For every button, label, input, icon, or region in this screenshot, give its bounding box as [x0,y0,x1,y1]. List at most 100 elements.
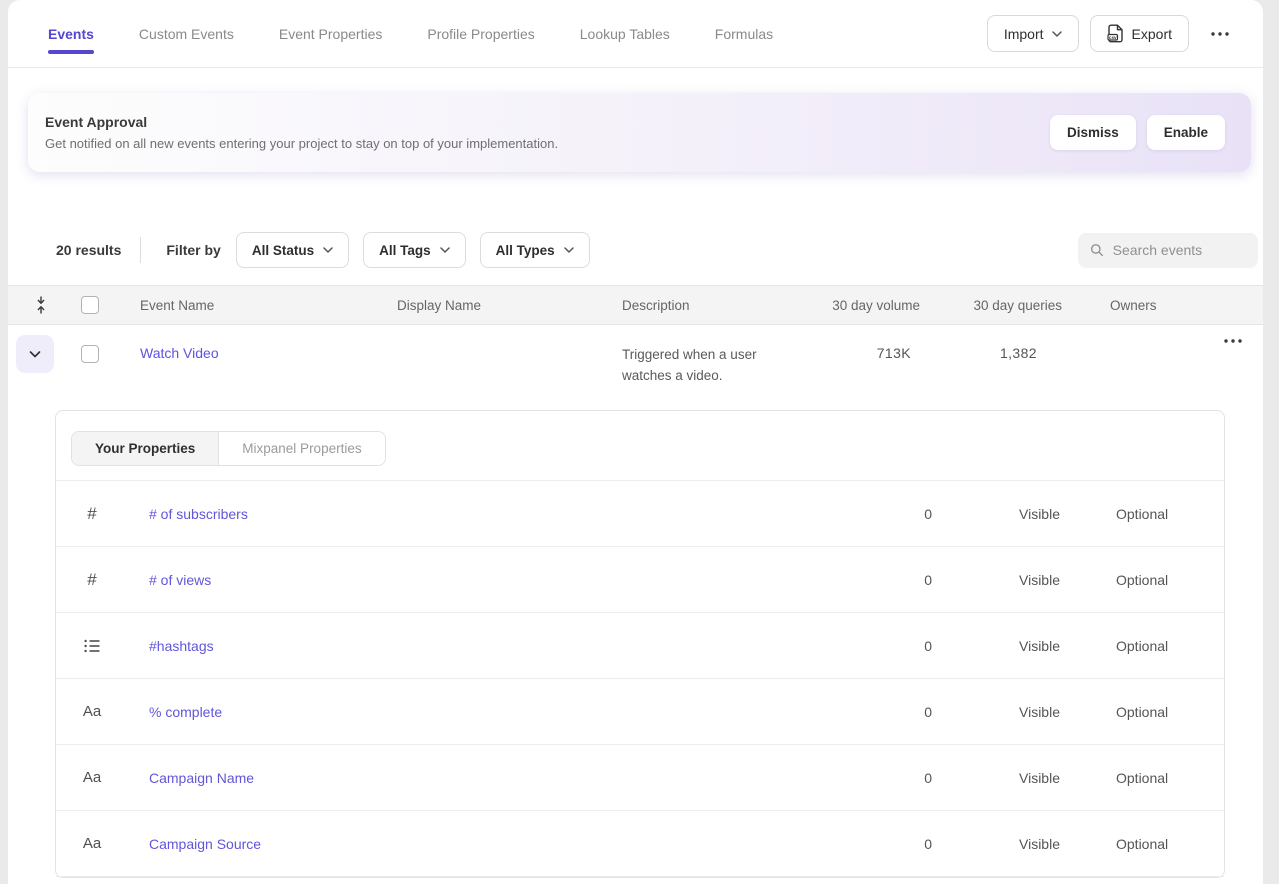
property-name-link[interactable]: # of subscribers [128,506,832,522]
chevron-down-icon [1052,31,1062,37]
vertical-divider [140,237,141,263]
property-name-link[interactable]: % complete [128,704,832,720]
number-type-icon: # [87,570,96,590]
banner-text: Event Approval Get notified on all new e… [45,114,558,151]
types-filter-label: All Types [496,243,555,258]
tab-custom-events[interactable]: Custom Events [139,26,234,42]
tab-label: Events [48,26,94,42]
toolbar: Import csv Export [987,15,1235,52]
main-panel: Events Custom Events Event Properties Pr… [8,0,1263,884]
property-name-link[interactable]: Campaign Name [128,770,832,786]
expand-cell [8,325,73,373]
property-row: # # of views 0 Visible Optional [56,547,1224,613]
property-visibility: Visible [960,638,1060,654]
property-query-count: 0 [832,572,932,588]
import-button[interactable]: Import [987,15,1079,52]
event-name-link[interactable]: Watch Video [140,325,397,361]
tags-filter-label: All Tags [379,243,431,258]
types-filter-dropdown[interactable]: All Types [480,232,590,268]
property-row: Aa Campaign Name 0 Visible Optional [56,745,1224,811]
search-box [1078,233,1258,268]
tab-mixpanel-properties[interactable]: Mixpanel Properties [219,432,384,465]
more-actions-button[interactable] [1205,19,1235,49]
select-all-checkbox[interactable] [81,296,99,314]
property-query-count: 0 [832,770,932,786]
text-type-icon: Aa [83,769,101,786]
column-header-owners: Owners [1062,298,1203,313]
tab-profile-properties[interactable]: Profile Properties [427,26,534,42]
tab-your-properties[interactable]: Your Properties [72,432,219,465]
text-type-icon: Aa [83,835,101,852]
svg-text:csv: csv [1108,35,1116,40]
banner-actions: Dismiss Enable [1050,115,1225,150]
property-row: # # of subscribers 0 Visible Optional [56,481,1224,547]
active-tab-underline [48,50,94,54]
tab-events[interactable]: Events [48,26,94,42]
status-filter-dropdown[interactable]: All Status [236,232,349,268]
banner-subtitle: Get notified on all new events entering … [45,136,558,151]
property-row: #hashtags 0 Visible Optional [56,613,1224,679]
dismiss-button[interactable]: Dismiss [1050,115,1136,150]
collapse-rows-icon [35,296,47,314]
tab-label: Lookup Tables [580,26,670,42]
property-row: Aa % complete 0 Visible Optional [56,679,1224,745]
tab-lookup-tables[interactable]: Lookup Tables [580,26,670,42]
enable-button[interactable]: Enable [1147,115,1225,150]
tab-label: Profile Properties [427,26,534,42]
row-select-cell [73,325,140,363]
properties-tabs: Your Properties Mixpanel Properties [71,431,386,466]
events-table-header: Event Name Display Name Description 30 d… [8,285,1263,325]
column-header-30-day-queries: 30 day queries [920,298,1062,313]
collapse-row-button[interactable] [16,335,54,373]
text-type-icon: Aa [83,703,101,720]
chevron-down-icon [564,247,574,253]
column-header-30-day-volume: 30 day volume [812,298,920,313]
property-name-link[interactable]: # of views [128,572,832,588]
collapse-all-cell[interactable] [8,296,73,314]
chevron-down-icon [440,247,450,253]
import-label: Import [1004,26,1044,42]
column-header-description: Description [622,298,812,313]
row-checkbox[interactable] [81,345,99,363]
volume-value: 713K [812,325,920,361]
tab-label: Custom Events [139,26,234,42]
tab-formulas[interactable]: Formulas [715,26,773,42]
search-input[interactable] [1113,242,1246,258]
export-label: Export [1132,26,1172,42]
ellipsis-icon [1211,32,1229,36]
chevron-down-icon [323,247,333,253]
property-requirement: Optional [1116,572,1224,588]
tags-filter-dropdown[interactable]: All Tags [363,232,466,268]
select-all-cell [73,296,140,314]
property-row: Aa Campaign Source 0 Visible Optional [56,811,1224,877]
property-requirement: Optional [1116,836,1224,852]
tab-event-properties[interactable]: Event Properties [279,26,383,42]
property-query-count: 0 [832,506,932,522]
banner-title: Event Approval [45,114,558,130]
event-approval-banner: Event Approval Get notified on all new e… [28,93,1251,172]
property-query-count: 0 [832,836,932,852]
queries-value: 1,382 [920,325,1062,361]
csv-file-icon: csv [1107,24,1124,43]
search-icon [1090,242,1104,258]
property-requirement: Optional [1116,704,1224,720]
property-name-link[interactable]: Campaign Source [128,836,832,852]
property-visibility: Visible [960,770,1060,786]
event-description: Triggered when a user watches a video. [622,325,782,386]
property-requirement: Optional [1116,638,1224,654]
row-actions-button[interactable] [1203,325,1263,343]
export-button[interactable]: csv Export [1090,15,1189,52]
property-name-link[interactable]: #hashtags [128,638,832,654]
property-query-count: 0 [832,638,932,654]
filter-by-label: Filter by [166,242,220,258]
property-visibility: Visible [960,836,1060,852]
column-header-event-name: Event Name [140,298,397,313]
property-visibility: Visible [960,572,1060,588]
filter-row: 20 results Filter by All Status All Tags… [8,232,1263,268]
ellipsis-icon [1224,339,1242,343]
property-requirement: Optional [1116,770,1224,786]
status-filter-label: All Status [252,243,314,258]
event-row-watch-video: Watch Video Triggered when a user watche… [8,325,1263,410]
top-tab-bar: Events Custom Events Event Properties Pr… [8,0,1263,68]
tab-label: Formulas [715,26,773,42]
